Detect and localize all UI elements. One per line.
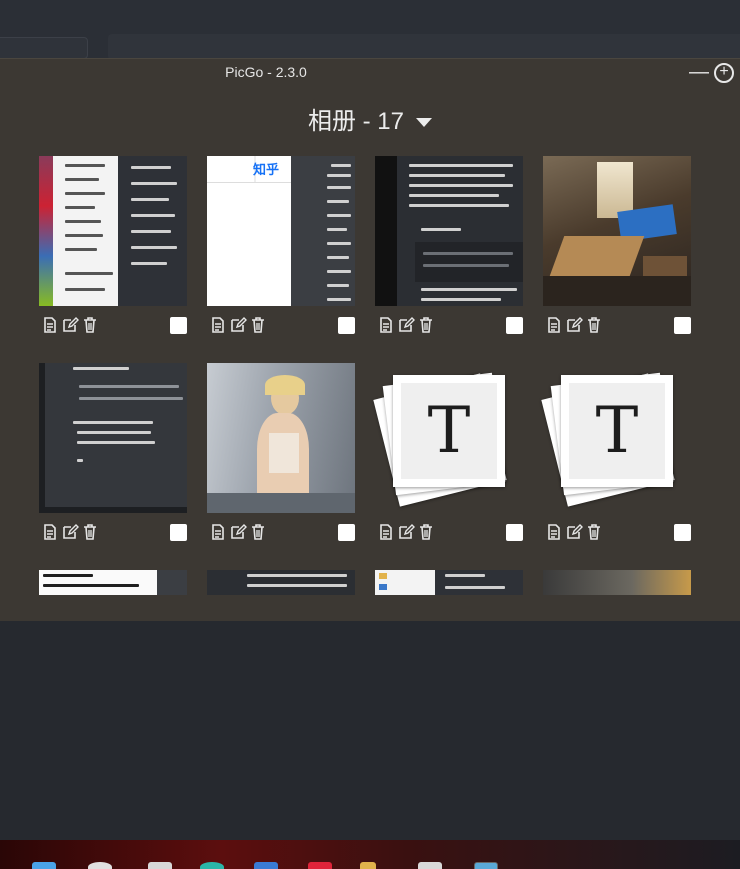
gallery-thumbnail[interactable] bbox=[375, 156, 523, 306]
app-icon[interactable] bbox=[254, 862, 278, 869]
app-icon[interactable] bbox=[308, 862, 332, 869]
item-actions bbox=[207, 523, 355, 545]
gallery-item bbox=[39, 156, 187, 338]
select-checkbox[interactable] bbox=[674, 524, 691, 541]
delete-icon[interactable] bbox=[249, 316, 267, 334]
minimize-icon[interactable]: — bbox=[689, 62, 709, 82]
delete-icon[interactable] bbox=[417, 523, 435, 541]
background-window-bar bbox=[108, 34, 740, 60]
picgo-window: PicGo - 2.3.0 — + 相册 - 17 知乎 T T bbox=[0, 58, 740, 621]
select-checkbox[interactable] bbox=[506, 524, 523, 541]
gallery-thumbnail[interactable] bbox=[543, 570, 691, 595]
chevron-down-icon[interactable] bbox=[416, 118, 433, 128]
copy-icon[interactable] bbox=[41, 316, 59, 334]
gallery-thumbnail[interactable] bbox=[39, 156, 187, 306]
gallery-item: T bbox=[541, 363, 691, 545]
gallery-item: 知乎 bbox=[207, 156, 355, 338]
item-actions bbox=[375, 316, 523, 338]
add-icon[interactable]: + bbox=[714, 63, 734, 83]
gallery-thumbnail[interactable]: 知乎 bbox=[207, 156, 355, 306]
item-actions bbox=[543, 523, 691, 545]
delete-icon[interactable] bbox=[81, 523, 99, 541]
gallery-item bbox=[375, 156, 523, 338]
copy-icon[interactable] bbox=[41, 523, 59, 541]
gallery-thumbnail[interactable] bbox=[39, 363, 187, 513]
delete-icon[interactable] bbox=[81, 316, 99, 334]
copy-icon[interactable] bbox=[209, 523, 227, 541]
search-icon[interactable] bbox=[88, 862, 112, 869]
gallery-item bbox=[207, 570, 355, 595]
item-actions bbox=[39, 523, 187, 545]
gallery-thumbnail[interactable]: T bbox=[373, 363, 523, 513]
gallery-thumbnail[interactable] bbox=[543, 156, 691, 306]
copy-icon[interactable] bbox=[377, 523, 395, 541]
edit-icon[interactable] bbox=[229, 316, 247, 334]
delete-icon[interactable] bbox=[249, 523, 267, 541]
item-actions bbox=[543, 316, 691, 338]
select-checkbox[interactable] bbox=[338, 524, 355, 541]
edit-icon[interactable] bbox=[565, 316, 583, 334]
browser-icon[interactable] bbox=[200, 862, 224, 869]
copy-icon[interactable] bbox=[377, 316, 395, 334]
copy-icon[interactable] bbox=[209, 316, 227, 334]
file-explorer-icon[interactable] bbox=[360, 862, 376, 869]
gallery-thumbnail[interactable] bbox=[375, 570, 523, 595]
delete-icon[interactable] bbox=[417, 316, 435, 334]
gallery-item bbox=[39, 363, 187, 545]
gallery-thumbnail[interactable]: T bbox=[541, 363, 691, 513]
typora-logo: T bbox=[569, 383, 665, 479]
select-checkbox[interactable] bbox=[674, 317, 691, 334]
select-checkbox[interactable] bbox=[170, 524, 187, 541]
gallery-item bbox=[39, 570, 187, 595]
item-actions bbox=[207, 316, 355, 338]
item-actions bbox=[39, 316, 187, 338]
gallery-thumbnail[interactable] bbox=[39, 570, 187, 595]
edit-icon[interactable] bbox=[397, 316, 415, 334]
item-actions bbox=[375, 523, 523, 545]
edit-icon[interactable] bbox=[565, 523, 583, 541]
edit-icon[interactable] bbox=[397, 523, 415, 541]
copy-icon[interactable] bbox=[545, 523, 563, 541]
picgo-taskbar-icon[interactable] bbox=[474, 862, 498, 869]
edit-icon[interactable] bbox=[61, 523, 79, 541]
background-window-tab bbox=[0, 37, 88, 59]
select-checkbox[interactable] bbox=[338, 317, 355, 334]
gallery-item: T bbox=[373, 363, 523, 545]
gallery-item bbox=[543, 570, 691, 595]
window-title: PicGo - 2.3.0 bbox=[225, 64, 307, 80]
gallery-item bbox=[207, 363, 355, 545]
select-checkbox[interactable] bbox=[506, 317, 523, 334]
taskbar bbox=[0, 840, 740, 869]
app-icon[interactable] bbox=[418, 862, 442, 869]
delete-icon[interactable] bbox=[585, 523, 603, 541]
edit-icon[interactable] bbox=[229, 523, 247, 541]
gallery-thumbnail[interactable] bbox=[207, 363, 355, 513]
edit-icon[interactable] bbox=[61, 316, 79, 334]
task-view-icon[interactable] bbox=[148, 862, 172, 869]
select-checkbox[interactable] bbox=[170, 317, 187, 334]
zhihu-logo: 知乎 bbox=[253, 162, 280, 177]
gallery-thumbnail[interactable] bbox=[207, 570, 355, 595]
typora-logo: T bbox=[401, 383, 497, 479]
delete-icon[interactable] bbox=[585, 316, 603, 334]
gallery-item bbox=[543, 156, 691, 338]
gallery-item bbox=[375, 570, 523, 595]
copy-icon[interactable] bbox=[545, 316, 563, 334]
album-header[interactable]: 相册 - 17 bbox=[0, 101, 740, 136]
album-title: 相册 - 17 bbox=[307, 108, 405, 135]
windows-start-icon[interactable] bbox=[32, 862, 56, 869]
